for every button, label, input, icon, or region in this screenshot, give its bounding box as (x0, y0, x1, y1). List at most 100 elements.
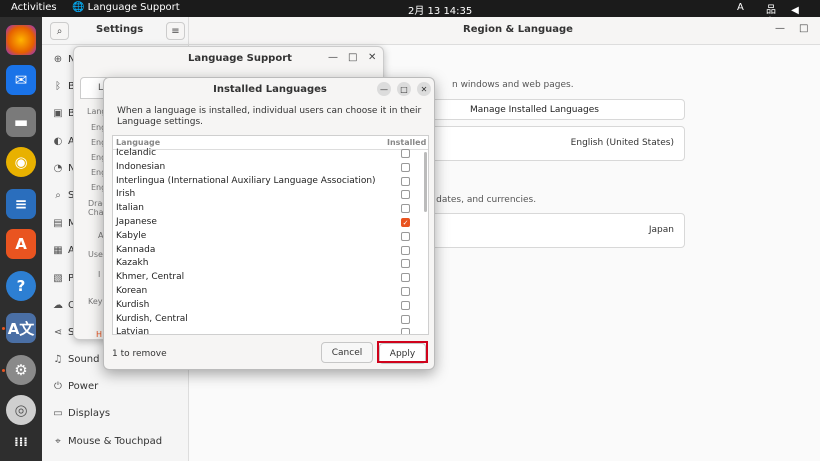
language-support-fragment: H (96, 330, 103, 339)
content-header: Region & Language — □ ✕ (189, 17, 820, 45)
installed-checkbox[interactable]: ✓ (401, 218, 410, 227)
list-item[interactable]: Korean (113, 285, 428, 299)
column-language[interactable]: Language (116, 138, 160, 147)
list-item[interactable]: Japanese ✓ (113, 216, 428, 230)
minimize-icon[interactable]: — (328, 52, 338, 63)
displays-icon: ▭ (53, 408, 63, 419)
dialog-description: When a language is installed, individual… (117, 106, 422, 127)
maximize-icon[interactable]: □ (348, 52, 357, 63)
language-name: Japanese (116, 217, 157, 227)
column-installed[interactable]: Installed (387, 138, 426, 147)
files-icon[interactable]: ▬ (6, 107, 36, 137)
app-center-icon[interactable]: A (6, 229, 36, 259)
installed-checkbox[interactable] (401, 273, 410, 283)
installed-checkbox[interactable] (401, 259, 410, 269)
appearance-icon: ◐ (53, 136, 63, 147)
list-item[interactable]: Khmer, Central (113, 271, 428, 285)
installed-checkbox[interactable] (401, 314, 410, 324)
installed-checkbox[interactable] (401, 231, 410, 241)
help-icon[interactable]: ? (6, 271, 36, 301)
list-item[interactable]: Icelandic (113, 147, 428, 161)
list-item[interactable]: Kabyle (113, 230, 428, 244)
language-name: Kurdish (116, 299, 150, 310)
installed-checkbox[interactable] (401, 190, 410, 200)
language-name: Latvian (116, 327, 150, 335)
status-text: 1 to remove (112, 349, 167, 359)
minimize-icon[interactable]: — (775, 23, 785, 34)
formats-value: Japan (648, 225, 674, 235)
background-icon: ▣ (53, 108, 63, 119)
installed-checkbox[interactable] (401, 162, 410, 172)
installed-checkbox[interactable] (401, 149, 410, 158)
apply-highlight-box (377, 341, 428, 363)
power-icon: ⏻ (54, 381, 62, 392)
language-name: Kannada (116, 244, 156, 255)
list-item[interactable]: Kurdish (113, 299, 428, 313)
sidebar-item-label: Power (68, 381, 99, 392)
list-item[interactable]: Interlingua (International Auxiliary Lan… (113, 175, 428, 189)
minimize-icon[interactable]: — (377, 82, 391, 96)
installed-checkbox[interactable] (401, 245, 410, 255)
maximize-icon[interactable]: □ (799, 23, 808, 34)
language-name: Korean (116, 286, 148, 296)
activities-button[interactable]: Activities (11, 2, 57, 13)
maximize-icon[interactable]: □ (397, 82, 411, 96)
thunderbird-icon[interactable]: ✉ (6, 65, 36, 95)
settings-gear-icon[interactable]: ⚙ (6, 355, 36, 385)
installed-checkbox[interactable] (401, 176, 410, 186)
list-item[interactable]: Italian (113, 202, 428, 216)
notifications-icon: ◔ (53, 163, 63, 174)
sound-icon: ♫ (53, 354, 63, 365)
language-name: Kurdish, Central (116, 313, 188, 324)
sidebar-item-label: Mouse & Touchpad (68, 436, 163, 447)
firefox-icon[interactable] (6, 25, 36, 55)
clock[interactable]: 2月 13 14:35 (408, 2, 472, 17)
search-icon[interactable]: ⌕ (50, 22, 69, 40)
bluetooth-icon: ᛒ (55, 81, 61, 92)
list-item[interactable]: Indonesian (113, 161, 428, 175)
libreoffice-writer-icon[interactable]: ≡ (6, 189, 36, 219)
scrollbar[interactable] (424, 152, 427, 212)
sidebar-item-label: Displays (68, 408, 111, 419)
running-indicator (2, 369, 5, 372)
list-item[interactable]: Kurdish, Central (113, 313, 428, 327)
input-method-indicator[interactable]: A (737, 2, 744, 13)
top-bar: Activities 🌐 Language Support 2月 13 14:3… (0, 0, 820, 27)
sidebar-item[interactable]: ⌖ Mouse & Touchpad (42, 430, 189, 456)
list-item[interactable]: Latvian (113, 326, 428, 335)
app-name: Language Support (87, 2, 180, 13)
menu-icon[interactable]: ≡ (166, 22, 185, 40)
language-name: Icelandic (116, 148, 157, 158)
installed-checkbox[interactable] (401, 328, 410, 334)
sidebar-header: ⌕ Settings ≡ (42, 17, 189, 45)
list-item[interactable]: Kazakh (113, 257, 428, 271)
page-title: Region & Language (463, 24, 573, 35)
language-support-fragment: Key (88, 297, 103, 306)
list-item[interactable]: Kannada (113, 244, 428, 258)
close-icon[interactable]: ✕ (417, 82, 431, 96)
close-icon[interactable]: ✕ (368, 52, 376, 63)
show-apps-icon[interactable]: ⁞⁞⁞ (6, 427, 36, 457)
installed-checkbox[interactable] (401, 300, 410, 310)
language-list[interactable]: Language Installed Icelandic Indonesian In… (112, 135, 429, 335)
sharing-icon: ⋖ (53, 327, 63, 338)
multitasking-icon: ▤ (53, 218, 63, 229)
installed-checkbox[interactable] (401, 287, 410, 296)
list-item[interactable]: Irish (113, 188, 428, 202)
online-accounts-icon: ☁ (53, 300, 63, 311)
language-name: Interlingua (International Auxiliary Lan… (116, 175, 376, 186)
installed-checkbox[interactable] (401, 204, 410, 214)
network-icon: ⊕ (53, 54, 63, 65)
search-icon: ⌕ (55, 190, 61, 201)
sidebar-item[interactable]: ⏻ Power (42, 375, 189, 401)
sidebar-item[interactable]: ▭ Displays (42, 402, 189, 428)
disc-icon[interactable]: ◎ (6, 395, 36, 425)
language-support-title: Language Support (188, 53, 292, 64)
applications-icon: ▦ (53, 245, 63, 256)
app-menu[interactable]: 🌐 Language Support (72, 2, 180, 13)
cancel-button[interactable]: Cancel (321, 342, 373, 363)
language-support-fragment: I (98, 270, 101, 279)
rhythmbox-icon[interactable]: ◉ (6, 147, 36, 177)
language-support-icon[interactable]: A文 (6, 313, 36, 343)
mouse-icon: ⌖ (55, 436, 61, 447)
